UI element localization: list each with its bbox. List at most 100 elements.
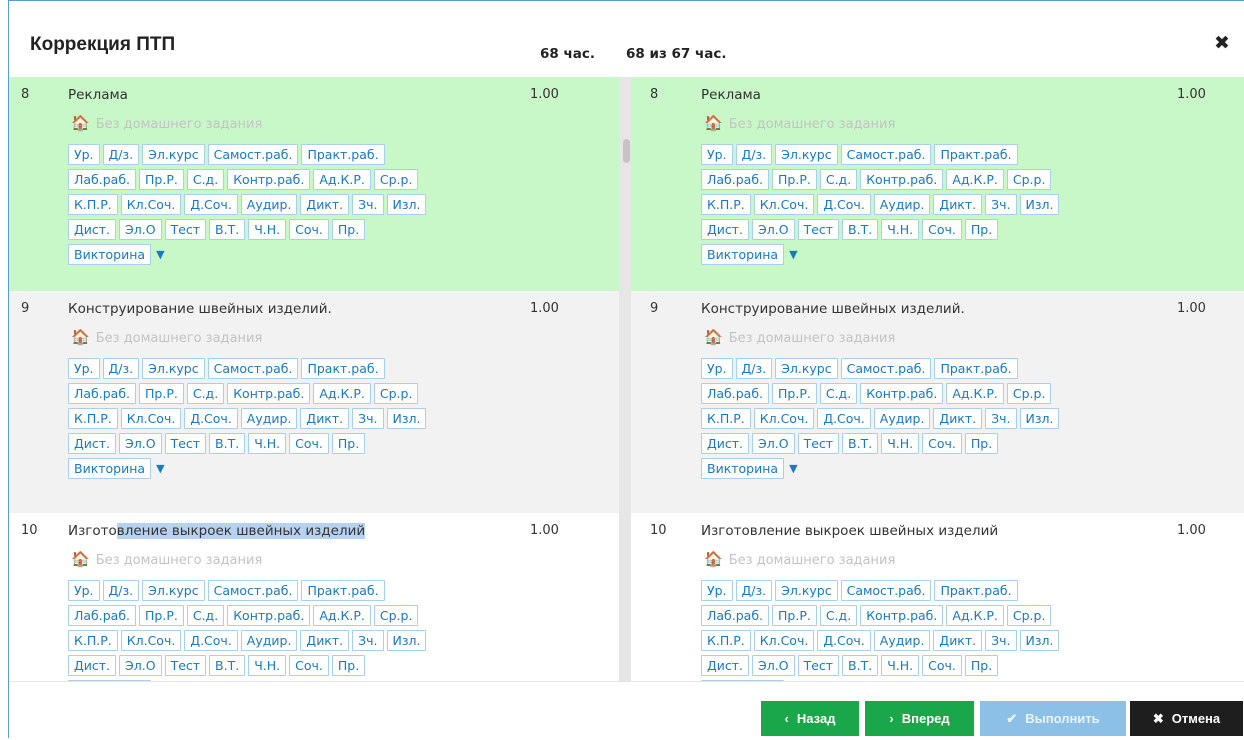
lesson-row[interactable]: 8 Реклама 1.00 🏠 Без домашнего задания Ур. Д/з… <box>631 77 1244 291</box>
lesson-type-tag[interactable]: В.Т. <box>842 433 879 454</box>
homework-status[interactable]: 🏠 Без домашнего задания <box>71 328 262 346</box>
lesson-type-tag[interactable]: К.П.Р. <box>68 408 118 429</box>
lesson-type-tag[interactable]: В.Т. <box>209 219 246 240</box>
lesson-type-tag[interactable]: Д/з. <box>735 144 773 165</box>
lesson-type-tag[interactable]: Ср.р. <box>1006 383 1052 404</box>
lesson-type-tag[interactable]: Викторина <box>701 458 785 479</box>
lesson-type-tag[interactable]: Аудир. <box>873 194 931 215</box>
lesson-row[interactable]: 8 Реклама 1.00 🏠 Без домашнего задания Ур. Д/з… <box>9 77 619 291</box>
lesson-type-tag[interactable]: Изл. <box>1019 194 1060 215</box>
lesson-type-tag[interactable]: Тест <box>797 219 840 240</box>
lesson-type-tag[interactable]: С.д. <box>186 169 225 190</box>
lesson-type-tag[interactable]: Пр. <box>964 433 999 454</box>
lesson-type-tag[interactable]: Эл.курс <box>142 144 205 165</box>
lesson-type-tag[interactable]: Пр. <box>964 655 999 676</box>
forward-button[interactable]: › Вперед <box>865 701 974 736</box>
lesson-type-tag[interactable]: Самост.раб. <box>207 144 299 165</box>
lesson-type-tag[interactable]: Д/з. <box>102 580 140 601</box>
lesson-type-tag[interactable]: Лаб.раб. <box>701 605 770 626</box>
lesson-type-tag[interactable]: Пр.Р. <box>772 383 817 404</box>
lesson-type-tag[interactable]: Контр.раб. <box>227 383 311 404</box>
lesson-type-tag[interactable]: В.Т. <box>209 655 246 676</box>
lesson-type-tag[interactable]: Пр. <box>331 433 366 454</box>
lesson-type-tag[interactable]: Эл.курс <box>775 580 838 601</box>
lesson-type-tag[interactable]: Пр.Р. <box>772 605 817 626</box>
lesson-type-tag[interactable]: Соч. <box>922 433 962 454</box>
lesson-type-tag[interactable]: С.д. <box>819 605 858 626</box>
lesson-type-tag[interactable]: Соч. <box>289 433 329 454</box>
lesson-type-tag[interactable]: Изл. <box>1019 408 1060 429</box>
lesson-type-tag[interactable]: Пр.Р. <box>139 605 184 626</box>
lesson-type-tag[interactable]: Д.Соч. <box>817 194 871 215</box>
lesson-type-tag[interactable]: Практ.раб. <box>934 358 1018 379</box>
lesson-type-tag[interactable]: Ур. <box>701 580 733 601</box>
lesson-type-tag[interactable]: Дист. <box>701 655 750 676</box>
lesson-type-tag[interactable]: Контр.раб. <box>227 169 311 190</box>
lesson-type-tag[interactable]: К.П.Р. <box>68 630 118 651</box>
lesson-type-tag[interactable]: С.д. <box>186 605 225 626</box>
lesson-type-tag[interactable]: Практ.раб. <box>301 358 385 379</box>
lesson-type-tag[interactable]: Ад.К.Р. <box>313 169 371 190</box>
lesson-type-tag[interactable]: Контр.раб. <box>227 605 311 626</box>
lesson-type-tag[interactable]: Соч. <box>922 655 962 676</box>
lesson-type-tag[interactable]: Пр. <box>964 219 999 240</box>
homework-status[interactable]: 🏠 Без домашнего задания <box>71 114 262 132</box>
lesson-type-tag[interactable]: Тест <box>164 655 207 676</box>
lesson-type-tag[interactable]: Ч.Н. <box>881 655 920 676</box>
lesson-type-tag[interactable]: Соч. <box>922 219 962 240</box>
lesson-type-tag[interactable]: С.д. <box>819 383 858 404</box>
lesson-type-tag[interactable]: Контр.раб. <box>860 605 944 626</box>
lesson-type-tag[interactable]: Пр.Р. <box>772 169 817 190</box>
lesson-type-tag[interactable]: Ур. <box>701 144 733 165</box>
lesson-type-tag[interactable]: Практ.раб. <box>934 580 1018 601</box>
lesson-type-tag[interactable]: Самост.раб. <box>207 358 299 379</box>
lesson-type-tag[interactable]: Аудир. <box>240 630 298 651</box>
cancel-button[interactable]: ✖ Отмена <box>1130 701 1243 736</box>
lesson-type-tag[interactable]: Викторина <box>68 244 152 265</box>
lesson-type-tag[interactable]: Контр.раб. <box>860 169 944 190</box>
lesson-type-tag[interactable]: Д.Соч. <box>184 194 238 215</box>
lesson-type-tag[interactable]: Дикт. <box>300 194 350 215</box>
lesson-type-tag[interactable]: Пр.Р. <box>139 383 184 404</box>
lesson-type-tag[interactable]: Ур. <box>68 144 100 165</box>
lesson-type-tag[interactable]: Изл. <box>1019 630 1060 651</box>
lesson-type-tag[interactable]: Эл.О <box>752 219 795 240</box>
left-pane[interactable]: 8 Реклама 1.00 🏠 Без домашнего задания Ур. Д/з… <box>9 77 619 681</box>
lesson-type-tag[interactable]: Дикт. <box>933 194 983 215</box>
lesson-type-tag[interactable]: Зч. <box>985 194 1017 215</box>
lesson-row[interactable]: 9 Конструирование швейных изделий. 1.00 🏠 Бе… <box>631 291 1244 513</box>
lesson-type-tag[interactable]: Изл. <box>386 194 427 215</box>
lesson-type-tag[interactable]: Ср.р. <box>373 605 419 626</box>
lesson-type-tag[interactable]: Д/з. <box>735 580 773 601</box>
lesson-type-tag[interactable]: Дикт. <box>933 408 983 429</box>
lesson-type-tag[interactable]: Дист. <box>68 219 117 240</box>
lesson-type-tag[interactable]: В.Т. <box>842 219 879 240</box>
lesson-type-tag[interactable]: Ч.Н. <box>248 655 287 676</box>
lesson-type-tag[interactable]: Изл. <box>386 630 427 651</box>
lesson-type-tag[interactable]: Д.Соч. <box>184 408 238 429</box>
back-button[interactable]: ‹ Назад <box>761 701 859 736</box>
run-button[interactable]: ✔ Выполнить <box>980 701 1126 736</box>
lesson-type-tag[interactable]: Тест <box>164 219 207 240</box>
lesson-type-tag[interactable]: Эл.О <box>752 433 795 454</box>
lesson-type-tag[interactable]: Ч.Н. <box>881 433 920 454</box>
lesson-type-tag[interactable]: Ч.Н. <box>881 219 920 240</box>
lesson-type-tag[interactable]: Тест <box>797 433 840 454</box>
lesson-type-tag[interactable]: К.П.Р. <box>701 408 751 429</box>
lesson-row[interactable]: 10 Изготовление выкроек швейных изделий 1.… <box>9 513 619 681</box>
lesson-type-tag[interactable]: Ад.К.Р. <box>946 169 1004 190</box>
lesson-type-tag[interactable]: Практ.раб. <box>301 580 385 601</box>
lesson-type-tag[interactable]: Зч. <box>352 194 384 215</box>
lesson-type-tag[interactable]: Эл.курс <box>142 580 205 601</box>
lesson-type-tag[interactable]: Ср.р. <box>1006 169 1052 190</box>
lesson-type-tag[interactable]: Кл.Соч. <box>120 408 182 429</box>
lesson-type-tag[interactable]: Практ.раб. <box>934 144 1018 165</box>
caret-down-icon[interactable]: ▼ <box>789 244 797 265</box>
lesson-type-tag[interactable]: Практ.раб. <box>301 144 385 165</box>
lesson-type-tag[interactable]: Ур. <box>68 358 100 379</box>
lesson-type-tag[interactable]: Д/з. <box>735 358 773 379</box>
homework-status[interactable]: 🏠 Без домашнего задания <box>704 328 895 346</box>
lesson-type-tag[interactable]: Самост.раб. <box>840 358 932 379</box>
lesson-type-tag[interactable]: Викторина <box>68 458 152 479</box>
lesson-type-tag[interactable]: Дист. <box>68 655 117 676</box>
